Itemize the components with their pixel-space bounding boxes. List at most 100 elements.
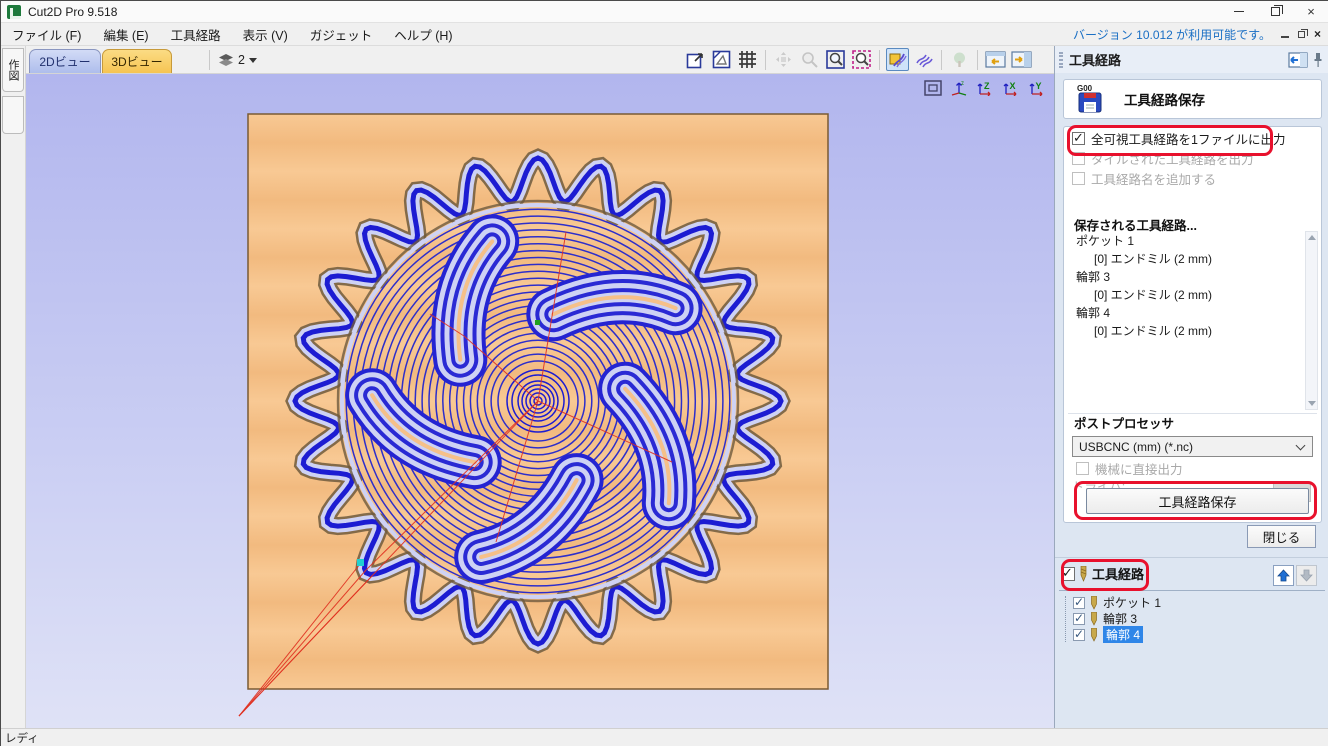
- move-down-button[interactable]: [1296, 565, 1317, 586]
- toolbar-row: 2Dビュー 3Dビュー 2: [26, 46, 1054, 74]
- close-panel-button[interactable]: 閉じる: [1247, 525, 1316, 548]
- toolpath-name: ポケット 1: [1068, 231, 1304, 249]
- zoom-box-icon[interactable]: [824, 48, 847, 71]
- view-orientation-buttons: z Z X Y: [922, 79, 1048, 97]
- toolpath-3d-render: [26, 74, 1054, 728]
- close-button[interactable]: ×: [1293, 1, 1328, 22]
- drill-bit-icon: [1090, 612, 1098, 626]
- menu-view[interactable]: 表示 (V): [232, 23, 299, 45]
- checkbox-checked-icon[interactable]: [1073, 613, 1085, 625]
- list-scrollbar[interactable]: [1305, 231, 1318, 410]
- down-arrow-icon: [1300, 569, 1313, 582]
- move-up-button[interactable]: [1273, 565, 1294, 586]
- menu-bar: ファイル (F) 編集 (E) 工具経路 表示 (V) ガジェット ヘルプ (H…: [1, 23, 1328, 46]
- material-preview-icon[interactable]: [948, 48, 971, 71]
- svg-text:z: z: [961, 81, 964, 87]
- toolpath-tool: [0] エンドミル (2 mm): [1068, 321, 1304, 339]
- panel-title: 工具経路: [1069, 50, 1121, 69]
- drill-bit-icon: [1090, 628, 1098, 642]
- menu-help[interactable]: ヘルプ (H): [383, 23, 463, 45]
- status-bar: レディ: [1, 728, 1328, 746]
- checkbox-unchecked-icon[interactable]: [1072, 172, 1085, 185]
- checkbox-checked-icon[interactable]: [1073, 629, 1085, 641]
- layer-selector[interactable]: 2: [218, 49, 257, 71]
- dock-left-panel-icon[interactable]: [984, 48, 1007, 71]
- save-options-box: 全可視工具経路を1ファイルに出力 タイルされた工具経路を出力 工具経路名を追加す…: [1063, 126, 1322, 523]
- toolbar-separator: [209, 50, 210, 70]
- post-processor-select[interactable]: USBCNC (mm) (*.nc): [1072, 436, 1313, 457]
- checkbox-checked-icon[interactable]: [1061, 567, 1075, 581]
- version-update-link[interactable]: バージョン 10.012 が利用可能です。: [1073, 26, 1281, 43]
- y-axis-view-icon[interactable]: Y: [1026, 79, 1048, 97]
- saved-toolpaths-list[interactable]: ポケット 1 [0] エンドミル (2 mm) 輪郭 3 [0] エンドミル (…: [1068, 231, 1304, 410]
- app-logo-icon: [7, 5, 21, 19]
- option-label: タイルされた工具経路を出力: [1091, 149, 1254, 168]
- panel-header: 工具経路: [1055, 46, 1328, 73]
- checkbox-unchecked-icon[interactable]: [1072, 152, 1085, 165]
- toggle-toolpath-drawing-icon[interactable]: [912, 48, 935, 71]
- app-window: Cut2D Pro 9.518 × ファイル (F) 編集 (E) 工具経路 表…: [0, 0, 1328, 746]
- save-card-title: 工具経路保存: [1124, 89, 1205, 109]
- grid-toggle-icon[interactable]: [736, 48, 759, 71]
- 3d-view-canvas[interactable]: z Z X Y: [26, 74, 1054, 728]
- pin-icon[interactable]: [1313, 52, 1323, 68]
- z-axis-view-icon[interactable]: Z: [974, 79, 996, 97]
- scroll-up-icon[interactable]: [1308, 235, 1316, 240]
- menu-file[interactable]: ファイル (F): [1, 23, 92, 45]
- option-label: 全可視工具経路を1ファイルに出力: [1091, 129, 1285, 148]
- save-toolpath-button[interactable]: 工具経路保存: [1086, 488, 1309, 514]
- checkbox-unchecked-icon[interactable]: [1076, 462, 1089, 475]
- checkbox-checked-icon[interactable]: [1072, 132, 1085, 145]
- toolbar-separator: [879, 50, 880, 70]
- tree-item-contour-3[interactable]: 輪郭 3: [1073, 610, 1137, 627]
- drill-bit-icon: [1079, 566, 1088, 582]
- x-axis-view-icon[interactable]: X: [1000, 79, 1022, 97]
- restore-button[interactable]: [1257, 1, 1293, 22]
- option-output-all-visible[interactable]: 全可視工具経路を1ファイルに出力: [1064, 127, 1321, 147]
- chevron-down-icon: [249, 58, 257, 63]
- drill-bit-icon: [1090, 596, 1098, 610]
- layers-icon: [218, 53, 234, 67]
- option-append-name[interactable]: 工具経路名を追加する: [1064, 167, 1321, 187]
- tab-2d-view[interactable]: 2Dビュー: [29, 49, 101, 73]
- checkbox-checked-icon[interactable]: [1073, 597, 1085, 609]
- up-arrow-icon: [1277, 569, 1290, 582]
- zoom-icon[interactable]: [798, 48, 821, 71]
- side-tab-secondary[interactable]: [2, 96, 24, 134]
- divider: [1059, 590, 1325, 591]
- window-title: Cut2D Pro 9.518: [28, 5, 117, 19]
- save-toolpath-card: G00 工具経路保存: [1063, 79, 1322, 119]
- chevron-down-icon: [1296, 441, 1306, 451]
- tree-item-label-selected: 輪郭 4: [1103, 626, 1143, 643]
- doc-close-icon[interactable]: ×: [1314, 28, 1321, 40]
- tree-item-label: 輪郭 3: [1103, 610, 1137, 627]
- menu-edit[interactable]: 編集 (E): [92, 23, 159, 45]
- option-output-tiled[interactable]: タイルされた工具経路を出力: [1064, 147, 1321, 167]
- close-icon: ×: [1307, 5, 1315, 18]
- toolbar-separator: [941, 50, 942, 70]
- auto-hide-panel-icon[interactable]: [1288, 52, 1308, 68]
- post-processor-value: USBCNC (mm) (*.nc): [1079, 440, 1193, 454]
- tab-3d-view[interactable]: 3Dビュー: [102, 49, 172, 73]
- doc-restore-icon[interactable]: [1298, 31, 1305, 38]
- tree-item-contour-4[interactable]: 輪郭 4: [1073, 626, 1143, 643]
- menu-toolpath[interactable]: 工具経路: [160, 23, 232, 45]
- dock-right-panel-icon[interactable]: [1010, 48, 1033, 71]
- pan-icon[interactable]: [772, 48, 795, 71]
- preview-toolpaths-icon[interactable]: [886, 48, 909, 71]
- zoom-selected-icon[interactable]: [850, 48, 873, 71]
- toolpath-name: 輪郭 3: [1068, 267, 1304, 285]
- minimize-button[interactable]: [1221, 1, 1257, 22]
- doc-minimize-icon[interactable]: [1281, 36, 1289, 38]
- iso-view-icon[interactable]: [922, 79, 944, 97]
- panel-drag-grip[interactable]: [1059, 52, 1063, 68]
- 3d-axes-view-icon[interactable]: z: [948, 79, 970, 97]
- option-label: 工具経路名を追加する: [1091, 169, 1216, 188]
- side-tab-drawing[interactable]: 作図: [2, 48, 24, 92]
- tree-item-pocket-1[interactable]: ポケット 1: [1073, 594, 1161, 611]
- scroll-down-icon[interactable]: [1308, 401, 1316, 406]
- toolpath-list-section: 工具経路 ポケット 1 輪郭 3 輪郭: [1055, 557, 1328, 728]
- zoom-extents-icon[interactable]: [684, 48, 707, 71]
- menu-gadget[interactable]: ガジェット: [299, 23, 384, 45]
- zoom-drawing-icon[interactable]: [710, 48, 733, 71]
